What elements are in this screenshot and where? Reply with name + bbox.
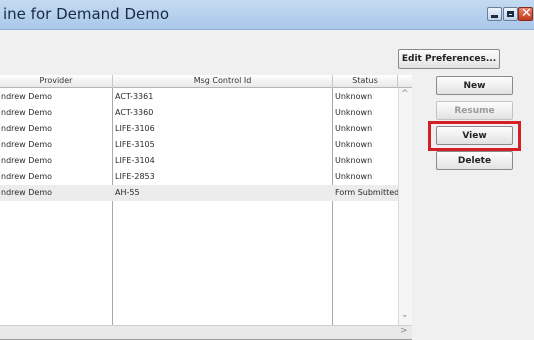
cell-provider: ndrew Demo — [1, 172, 53, 181]
table-row[interactable]: ndrew Demo LIFE-3105 Unknown — [0, 137, 398, 153]
messages-grid: Provider Msg Control Id Status ndrew Dem… — [0, 75, 412, 340]
cell-provider: ndrew Demo — [1, 124, 53, 133]
application-window: ine for Demand Demo ✕ Edit Preferences..… — [0, 0, 534, 340]
horizontal-scrollbar[interactable]: > — [0, 325, 412, 339]
minimize-icon — [491, 15, 498, 18]
cell-msg-control-id: LIFE-3105 — [115, 140, 155, 149]
new-button[interactable]: New — [436, 76, 513, 95]
edit-preferences-button[interactable]: Edit Preferences... — [398, 49, 500, 69]
minimize-button[interactable] — [487, 7, 502, 21]
chevron-down-icon[interactable]: ⌄ — [401, 310, 409, 320]
delete-button[interactable]: Delete — [436, 151, 513, 170]
table-row[interactable]: ndrew Demo ACT-3361 Unknown — [0, 89, 398, 105]
column-header-status[interactable]: Status — [332, 75, 398, 88]
cell-msg-control-id: ACT-3361 — [115, 92, 154, 101]
title-bar[interactable]: ine for Demand Demo ✕ — [0, 0, 534, 30]
vertical-scrollbar[interactable]: ^ ⌄ — [398, 88, 412, 325]
cell-provider: ndrew Demo — [1, 156, 53, 165]
cell-status: Unknown — [335, 124, 373, 133]
resume-button[interactable]: Resume — [436, 101, 513, 120]
window-title: ine for Demand Demo — [3, 5, 170, 23]
cell-status: Unknown — [335, 92, 373, 101]
cell-status: Unknown — [335, 172, 373, 181]
column-header-msg-control-id[interactable]: Msg Control Id — [112, 75, 332, 88]
grid-header: Provider Msg Control Id Status — [0, 75, 412, 88]
cell-provider: ndrew Demo — [1, 188, 53, 197]
chevron-up-icon[interactable]: ^ — [401, 89, 409, 99]
cell-status: Unknown — [335, 156, 373, 165]
maximize-icon — [507, 11, 514, 17]
main-content: Edit Preferences... Provider Msg Control… — [0, 31, 534, 340]
cell-status: Form Submitted — [335, 188, 398, 197]
close-icon: ✕ — [521, 6, 532, 21]
table-row[interactable]: ndrew Demo LIFE-3106 Unknown — [0, 121, 398, 137]
cell-provider: ndrew Demo — [1, 140, 53, 149]
cell-msg-control-id: LIFE-2853 — [115, 172, 155, 181]
cell-provider: ndrew Demo — [1, 92, 53, 101]
table-row[interactable]: ndrew Demo LIFE-2853 Unknown — [0, 169, 398, 185]
cell-msg-control-id: LIFE-3104 — [115, 156, 155, 165]
cell-msg-control-id: AH-55 — [115, 188, 140, 197]
cell-provider: ndrew Demo — [1, 108, 53, 117]
view-button-highlight — [428, 121, 521, 151]
close-button[interactable]: ✕ — [518, 6, 533, 21]
cell-status: Unknown — [335, 140, 373, 149]
table-row[interactable]: ndrew Demo LIFE-3104 Unknown — [0, 153, 398, 169]
chevron-right-icon[interactable]: > — [400, 326, 408, 336]
cell-msg-control-id: LIFE-3106 — [115, 124, 155, 133]
cell-status: Unknown — [335, 108, 373, 117]
column-header-provider[interactable]: Provider — [0, 75, 112, 88]
table-row[interactable]: ndrew Demo ACT-3360 Unknown — [0, 105, 398, 121]
maximize-button[interactable] — [503, 7, 518, 21]
table-row[interactable]: ndrew Demo AH-55 Form Submitted — [0, 185, 398, 201]
cell-msg-control-id: ACT-3360 — [115, 108, 154, 117]
